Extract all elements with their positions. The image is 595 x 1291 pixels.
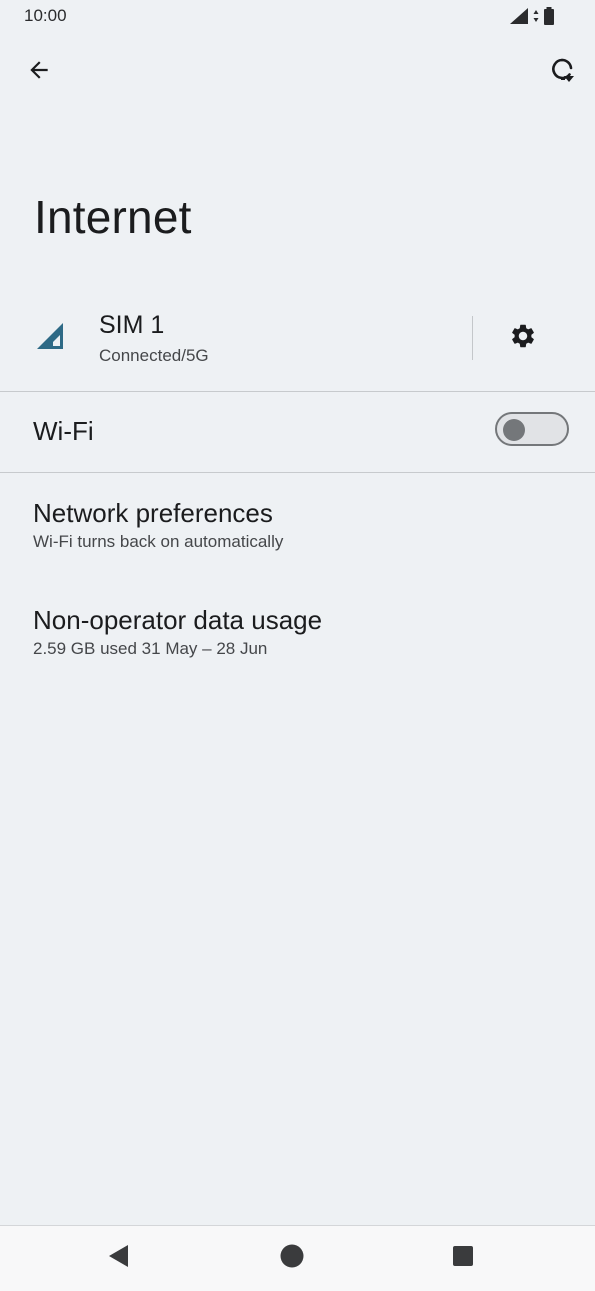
status-bar: 10:00 (0, 0, 595, 34)
system-navigation-bar (0, 1225, 595, 1291)
sim-signal-icon (36, 322, 64, 355)
non-operator-data-usage-summary: 2.59 GB used 31 May – 28 Jun (33, 639, 268, 658)
top-app-bar (0, 52, 595, 92)
back-button[interactable] (19, 52, 59, 92)
wifi-row[interactable]: Wi-Fi (0, 392, 595, 472)
gear-icon (509, 322, 537, 355)
help-refresh-icon (547, 55, 577, 90)
nav-home-icon (279, 1243, 305, 1274)
nav-back-button[interactable] (97, 1236, 141, 1280)
divider (0, 472, 595, 473)
help-button[interactable] (542, 52, 582, 92)
status-icons (509, 7, 555, 30)
wifi-label: Wi-Fi (33, 416, 94, 446)
status-time: 10:00 (24, 6, 67, 25)
network-preferences-summary: Wi-Fi turns back on automatically (33, 532, 284, 551)
battery-icon (543, 7, 555, 30)
sim-title: SIM 1 (99, 311, 165, 339)
non-operator-data-usage-title: Non-operator data usage (33, 605, 323, 635)
nav-recents-icon (451, 1244, 475, 1273)
page-title: Internet (34, 191, 192, 243)
network-preferences-title: Network preferences (33, 498, 273, 528)
sim-divider (472, 316, 473, 360)
nav-home-button[interactable] (270, 1236, 314, 1280)
sim-status: Connected/5G (99, 346, 209, 365)
nav-recents-button[interactable] (441, 1236, 485, 1280)
data-arrows-icon (533, 9, 539, 28)
signal-icon (509, 7, 529, 30)
non-operator-data-usage-item[interactable]: Non-operator data usage 2.59 GB used 31 … (0, 605, 595, 695)
toggle-knob (503, 419, 525, 441)
wifi-toggle[interactable] (495, 412, 569, 446)
sim-settings-button[interactable] (503, 318, 543, 358)
sim-row[interactable]: SIM 1 Connected/5G (0, 300, 595, 390)
back-arrow-icon (26, 57, 52, 88)
network-preferences-item[interactable]: Network preferences Wi-Fi turns back on … (0, 498, 595, 588)
nav-back-icon (106, 1243, 132, 1274)
